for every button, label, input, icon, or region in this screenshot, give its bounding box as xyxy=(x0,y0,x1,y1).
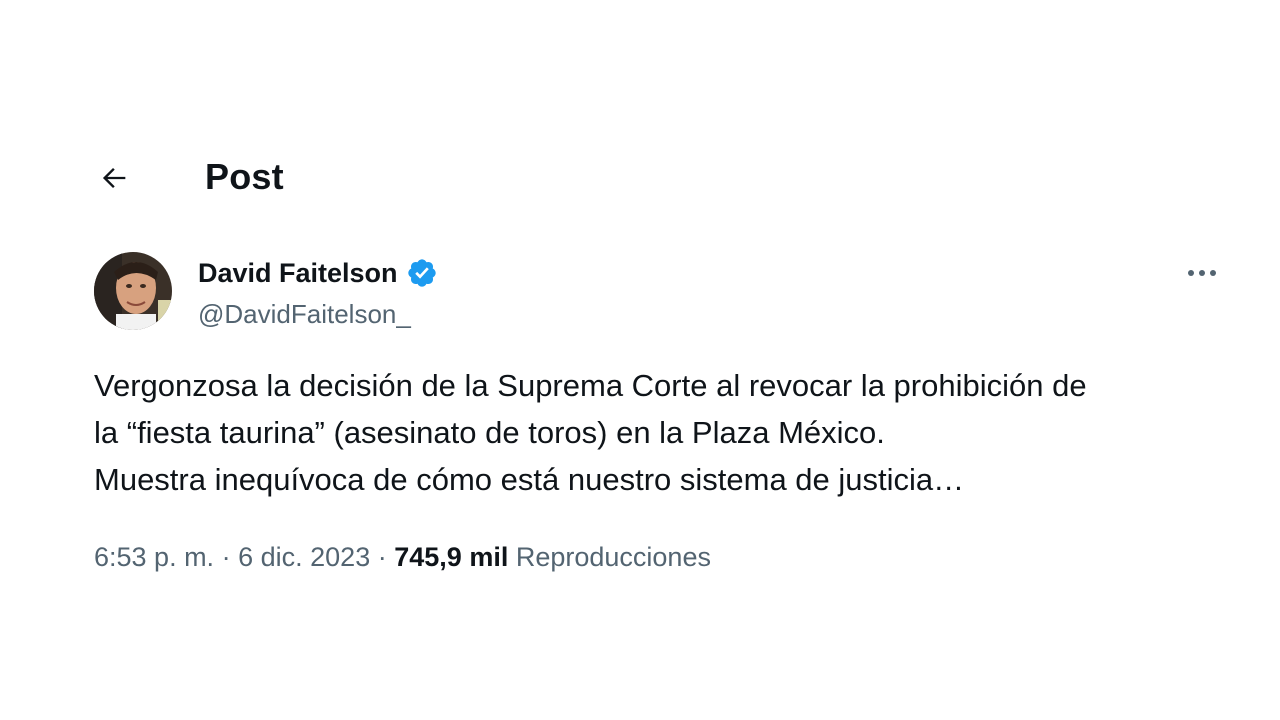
author-name[interactable]: David Faitelson xyxy=(198,255,438,291)
arrow-left-icon xyxy=(102,167,126,189)
post-text-line: Muestra inequívoca de cómo está nuestro … xyxy=(94,462,965,497)
page-title: Post xyxy=(205,156,284,197)
author-handle[interactable]: @DavidFaitelson_ xyxy=(198,297,411,331)
post-text: Vergonzosa la decisión de la Suprema Cor… xyxy=(94,362,1224,503)
back-button[interactable] xyxy=(92,156,136,200)
views-label[interactable]: Reproducciones xyxy=(516,542,711,572)
verified-badge-icon xyxy=(407,259,436,287)
post-time[interactable]: 6:53 p. m. xyxy=(94,542,214,572)
meta-separator: · xyxy=(221,542,231,572)
more-options-button[interactable] xyxy=(1180,258,1224,288)
post-date[interactable]: 6 dic. 2023 xyxy=(238,542,370,572)
post-metadata: 6:53 p. m. · 6 dic. 2023 · 745,9 mil Rep… xyxy=(94,538,711,576)
author-display-name: David Faitelson xyxy=(198,258,398,288)
page-header: Post xyxy=(0,148,1280,208)
more-horizontal-icon xyxy=(1188,270,1216,276)
avatar[interactable] xyxy=(94,252,172,330)
post-text-line: Vergonzosa la decisión de la Suprema Cor… xyxy=(94,368,1087,403)
post-text-line: la “fiesta taurina” (asesinato de toros)… xyxy=(94,415,885,450)
views-count[interactable]: 745,9 mil xyxy=(394,542,508,572)
meta-separator: · xyxy=(377,542,387,572)
